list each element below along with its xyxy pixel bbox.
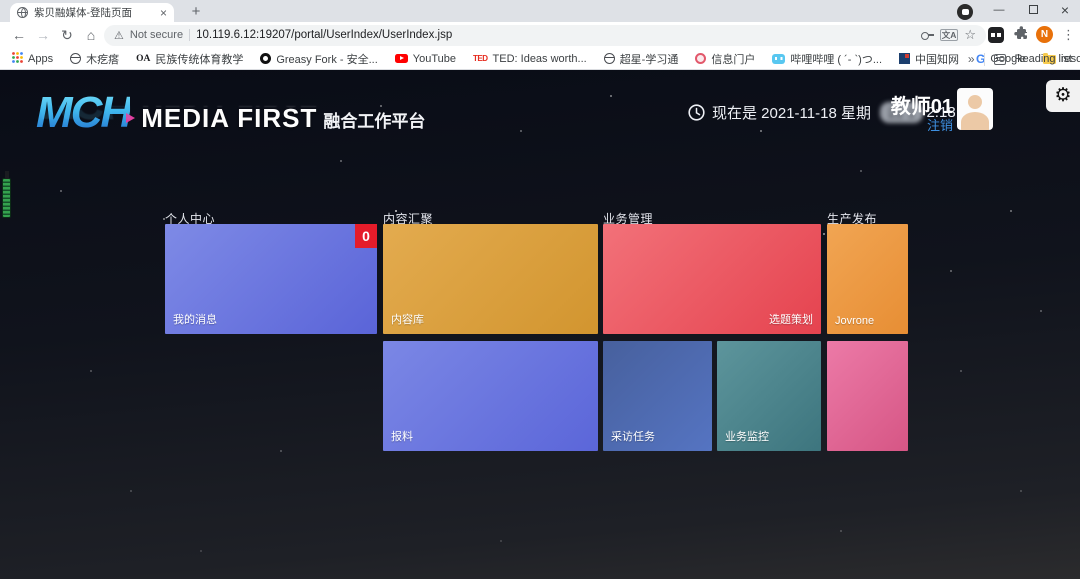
- media-dot: [962, 9, 969, 15]
- tile-label: Jovrone: [835, 315, 874, 327]
- close-window-button[interactable]: ×: [1050, 0, 1080, 21]
- minimize-button[interactable]: —: [984, 0, 1014, 21]
- greasyfork-icon: [260, 53, 271, 64]
- site-logo: MCH MEDIA FIRST融合工作平台: [36, 88, 425, 138]
- tile-news-tips[interactable]: 报料: [383, 341, 598, 451]
- media-controls-icon[interactable]: [957, 4, 973, 20]
- reading-list-button[interactable]: Reading list: [1015, 53, 1072, 65]
- bookmark-label: Greasy Fork - 安全...: [276, 51, 377, 67]
- tile-interview-tasks[interactable]: 采访任务: [603, 341, 712, 451]
- portal-icon: [695, 53, 706, 64]
- bookmark-chaoxing[interactable]: 超星-学习通: [604, 51, 679, 67]
- bookmark-label: YouTube: [413, 53, 456, 65]
- security-label: Not secure: [130, 29, 183, 41]
- bookmark-label: 信息门户: [711, 51, 755, 67]
- bilibili-icon: [772, 54, 785, 64]
- bookmark-label: 民族传统体育教学: [155, 51, 243, 67]
- extension-icon[interactable]: [988, 27, 1004, 43]
- password-key-icon[interactable]: [920, 28, 934, 42]
- tile-my-messages[interactable]: 0 我的消息: [165, 224, 377, 334]
- tile-topic-planning[interactable]: 选题策划: [603, 224, 821, 334]
- titlebar: 紫贝融媒体-登陆页面 × + — ×: [0, 0, 1080, 22]
- browser-toolbar: ← → ↻ ⌂ ⚠ Not secure 10.119.6.12:19207/p…: [0, 22, 1080, 48]
- bookmark-label: Apps: [28, 53, 53, 65]
- portal-page: ⚙ MCH MEDIA FIRST融合工作平台 MCH MEDIA FIRST融合工…: [0, 70, 1080, 579]
- address-separator: [189, 29, 190, 41]
- bookmark-label: 木疙瘩: [86, 51, 119, 67]
- bookmark-mugeda[interactable]: 木疙瘩: [70, 51, 119, 67]
- oa-text-icon: OA: [136, 54, 150, 64]
- user-avatar[interactable]: [957, 88, 993, 130]
- browser-tab[interactable]: 紫贝融媒体-登陆页面 ×: [10, 3, 174, 22]
- address-bar[interactable]: ⚠ Not secure 10.119.6.12:19207/portal/Us…: [104, 25, 986, 46]
- tile-label: 报料: [391, 428, 413, 444]
- logo-platform-suffix: 融合工作平台: [323, 107, 425, 132]
- bookmark-cnki[interactable]: 中国知网: [899, 51, 959, 67]
- forward-button[interactable]: →: [32, 24, 54, 46]
- bookmark-oa-sports[interactable]: OA 民族传统体育教学: [136, 51, 243, 67]
- tile-unlabeled[interactable]: [827, 341, 908, 451]
- reading-list-icon: [994, 54, 1006, 65]
- youtube-icon: [395, 54, 408, 64]
- bookmark-ted[interactable]: TED TED: Ideas worth...: [473, 53, 587, 65]
- reload-button[interactable]: ↻: [56, 24, 78, 46]
- tab-favicon-globe-icon: [17, 7, 28, 18]
- bookmark-label: 超星-学习通: [620, 51, 679, 67]
- globe-icon: [70, 53, 81, 64]
- globe-icon: [604, 53, 615, 64]
- maximize-button[interactable]: [1018, 0, 1048, 21]
- tile-jovrone[interactable]: Jovrone: [827, 224, 908, 334]
- apps-grid-icon: [12, 52, 23, 66]
- bookmarks-overflow-chevron[interactable]: »: [968, 52, 975, 66]
- bookmark-label: 中国知网: [915, 51, 959, 67]
- back-button[interactable]: ←: [8, 24, 30, 46]
- logo-play-triangle-icon: [126, 113, 135, 123]
- cnki-icon: [899, 53, 910, 64]
- logout-link[interactable]: 注销: [860, 115, 953, 134]
- bookmark-apps[interactable]: Apps: [12, 52, 53, 66]
- tab-title: 紫贝融媒体-登陆页面: [34, 5, 154, 20]
- tile-label: 内容库: [391, 311, 424, 327]
- browser-window: 紫贝融媒体-登陆页面 × + — × ← → ↻ ⌂ ⚠ Not secure …: [0, 0, 1080, 579]
- settings-gear-button[interactable]: ⚙: [1046, 80, 1080, 112]
- translate-icon[interactable]: 文A: [940, 29, 959, 41]
- tile-content-library[interactable]: 内容库: [383, 224, 598, 334]
- tile-label: 我的消息: [173, 311, 217, 327]
- bookmark-star-icon[interactable]: ☆: [964, 27, 976, 43]
- tile-label: 采访任务: [611, 428, 655, 444]
- logo-name: MEDIA FIRST: [141, 103, 317, 134]
- tile-label: 业务监控: [725, 428, 769, 444]
- clock-icon: [688, 104, 705, 121]
- message-count-badge: 0: [355, 224, 377, 248]
- tile-business-monitoring[interactable]: 业务监控: [717, 341, 821, 451]
- time-prefix: 现在是 2021-11-18 星期: [712, 102, 871, 123]
- tile-label: 选题策划: [769, 311, 813, 327]
- bookmark-label: TED: Ideas worth...: [493, 53, 587, 65]
- new-tab-button[interactable]: +: [186, 3, 206, 21]
- bookmark-greasyfork[interactable]: Greasy Fork - 安全...: [260, 51, 377, 67]
- url-text[interactable]: 10.119.6.12:19207/portal/UserIndex/UserI…: [196, 29, 914, 41]
- bookmarks-bar: Apps 木疙瘩 OA 民族传统体育教学 Greasy Fork - 安全...…: [0, 48, 1080, 70]
- home-button[interactable]: ⌂: [80, 24, 102, 46]
- tab-close-icon[interactable]: ×: [160, 7, 167, 19]
- logo-abbr: MCH: [36, 88, 130, 138]
- bookmarks-divider: [984, 53, 985, 66]
- maximize-icon: [1029, 5, 1038, 14]
- ted-icon: TED: [473, 54, 488, 63]
- bookmark-label: 哔哩哔哩 ( ´- `)つ...: [790, 51, 882, 67]
- browser-menu-icon[interactable]: ⋮: [1062, 24, 1075, 46]
- bookmark-youtube[interactable]: YouTube: [395, 53, 456, 65]
- bookmark-info-portal[interactable]: 信息门户: [695, 51, 755, 67]
- not-secure-warning-icon[interactable]: ⚠: [114, 29, 124, 42]
- bookmark-bilibili[interactable]: 哔哩哔哩 ( ´- `)つ...: [772, 51, 882, 67]
- extensions-puzzle-icon[interactable]: [1014, 26, 1030, 47]
- browser-profile-avatar[interactable]: N: [1036, 26, 1053, 43]
- side-meter-widget[interactable]: [2, 178, 11, 218]
